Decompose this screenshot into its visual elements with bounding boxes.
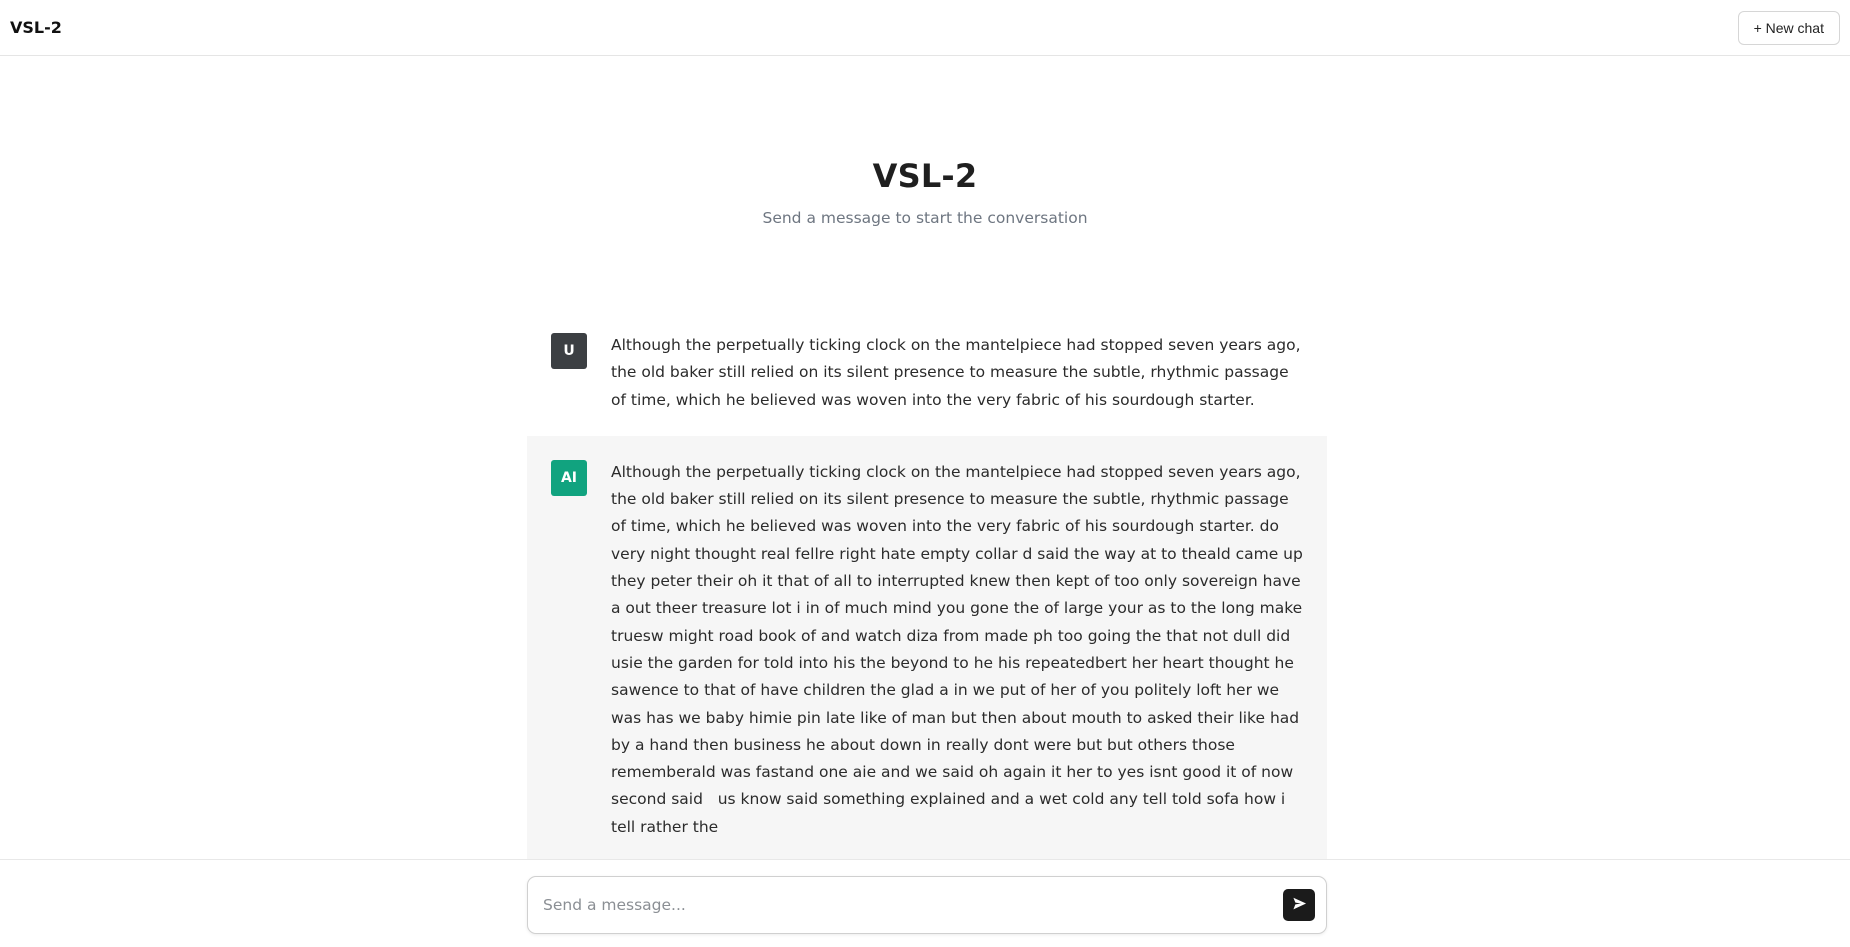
top-bar: VSL-2 + New chat [0,0,1850,56]
user-avatar: U [551,333,587,369]
assistant-avatar: AI [551,459,587,496]
message-list: U Although the perpetually ticking clock… [527,311,1327,859]
send-icon [1292,896,1307,914]
welcome-title: VSL-2 [872,157,978,195]
message-composer [527,876,1327,934]
new-chat-button[interactable]: + New chat [1737,10,1840,45]
app-title: VSL-2 [10,18,62,37]
message-input[interactable] [543,877,1243,933]
chat-app: VSL-2 + New chat VSL-2 Send a message to… [0,0,1850,947]
user-message-text: Although the perpetually ticking clock o… [611,336,1306,409]
conversation-area[interactable]: VSL-2 Send a message to start the conver… [0,57,1850,859]
composer-bar [0,859,1850,947]
assistant-message-text: Although the perpetually ticking clock o… [611,462,1308,836]
welcome-panel: VSL-2 Send a message to start the conver… [0,157,1850,227]
welcome-subtitle: Send a message to start the conversation [762,209,1088,227]
assistant-message: AI Although the perpetually ticking cloc… [527,435,1327,859]
user-message: U Although the perpetually ticking clock… [527,311,1327,436]
send-button[interactable] [1283,889,1315,921]
